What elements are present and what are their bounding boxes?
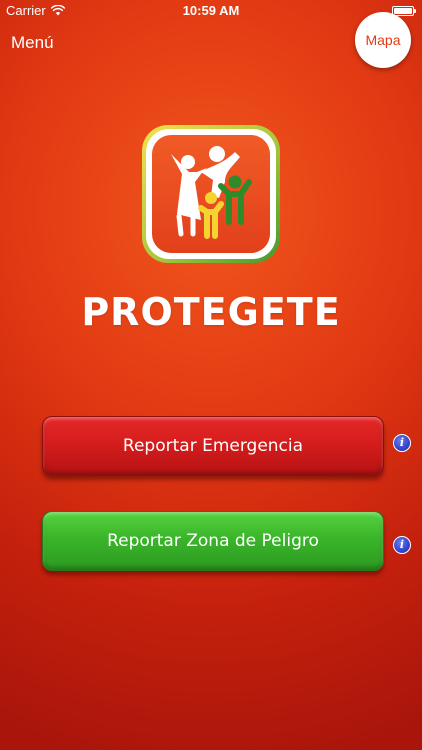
report-emergency-button[interactable]: Reportar Emergencia	[42, 416, 384, 476]
status-time: 10:59 AM	[182, 3, 240, 18]
report-danger-zone-button[interactable]: Reportar Zona de Peligro	[42, 511, 384, 571]
report-danger-zone-label: Reportar Zona de Peligro	[107, 531, 319, 551]
info-icon[interactable]: i	[393, 536, 411, 554]
map-button[interactable]: Mapa	[355, 12, 411, 68]
app-title: PROTEGETE	[81, 290, 341, 334]
status-bar: Carrier 10:59 AM	[0, 0, 422, 22]
battery-fill	[394, 8, 412, 14]
menu-button[interactable]: Menú	[11, 33, 54, 53]
report-emergency-label: Reportar Emergencia	[122, 436, 304, 456]
info-icon[interactable]: i	[393, 434, 411, 452]
family-logo-icon	[142, 125, 280, 263]
